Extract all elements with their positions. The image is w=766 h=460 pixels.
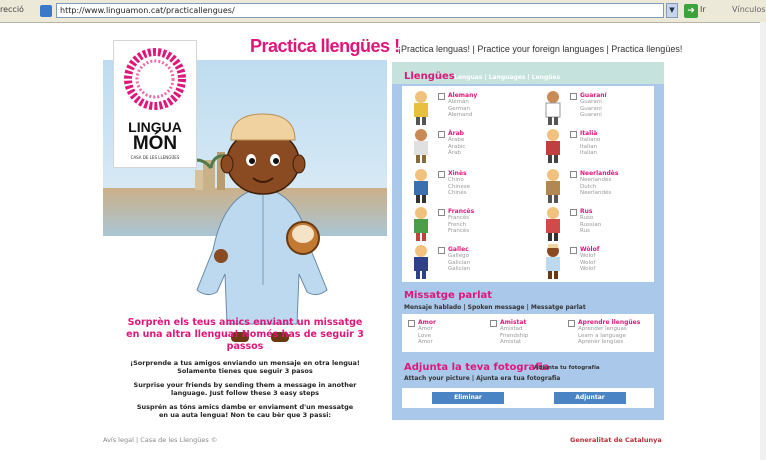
photo-actions: Eliminar Adjuntar <box>402 388 654 408</box>
attach-button[interactable]: Adjuntar <box>554 392 626 404</box>
language-name[interactable]: Neerlandès <box>580 170 618 177</box>
languages-subtitle: Lenguas | Languages | Lengües <box>454 74 561 81</box>
language-name[interactable]: Rus <box>580 208 592 215</box>
message-list: Amor Amor Love Amor Amistat Amistad Frie… <box>402 314 654 352</box>
character-icon <box>414 129 428 163</box>
language-option[interactable]: Rus Ruso Russian Rus <box>542 206 652 246</box>
language-translations: Italiano Italian Italian <box>580 137 601 156</box>
character-icon <box>414 169 428 203</box>
promo-catalan-2: en una altra llengua! Només has de segui… <box>126 329 364 352</box>
promo-spanish-2: Solamente tienes que seguir 3 pasos <box>177 367 313 375</box>
promo-english-1: Surprise your friends by sending them a … <box>133 381 357 389</box>
message-translations: Amistad Friendship Amistat <box>500 326 529 345</box>
language-option[interactable]: Àrab Árabe Arabic Àrab <box>410 128 520 168</box>
language-option[interactable]: Wòlof Wolof Wolof Wolof <box>542 244 652 284</box>
message-translations: Aprender lenguas Learn a language Aprenè… <box>578 326 627 345</box>
links-label[interactable]: Vínculos <box>732 5 766 14</box>
character-icon <box>546 207 560 241</box>
language-option[interactable]: Alemany Alemán German Alemand <box>410 90 520 130</box>
language-name[interactable]: Àrab <box>448 130 464 137</box>
language-checkbox[interactable] <box>570 209 577 216</box>
language-translations: Guaraní Guarani Guaraní <box>580 99 602 118</box>
language-checkbox[interactable] <box>438 93 445 100</box>
character-icon <box>545 91 561 125</box>
photo-subtitle: Attach your picture | Ajunta era tua fot… <box>404 375 561 382</box>
url-input[interactable]: http://www.linguamon.cat/practicallengue… <box>56 3 664 18</box>
language-subnav[interactable]: ¡Practica lenguas! | Practice your forei… <box>398 44 682 54</box>
go-arrow-icon[interactable]: ➜ <box>684 4 698 18</box>
language-translations: Francés French Francés <box>448 215 470 234</box>
language-checkbox[interactable] <box>570 247 577 254</box>
language-checkbox[interactable] <box>570 131 577 138</box>
message-name[interactable]: Aprendre llengües <box>578 319 640 326</box>
message-title: Missatge parlat <box>404 290 493 301</box>
message-checkbox[interactable] <box>490 320 497 327</box>
address-bar: recció http://www.linguamon.cat/practica… <box>0 0 766 23</box>
logo-text-mon: MÓN <box>132 133 178 154</box>
character-icon <box>414 207 428 241</box>
language-translations: Alemán German Alemand <box>448 99 473 118</box>
language-name[interactable]: Alemany <box>448 92 477 99</box>
language-name[interactable]: Francès <box>448 208 474 215</box>
address-label: recció <box>0 5 24 14</box>
photo-title: Adjunta la teva fotografia <box>404 362 550 373</box>
chevron-down-icon[interactable]: ▼ <box>666 3 678 18</box>
language-name[interactable]: Xinès <box>448 170 467 177</box>
language-option[interactable]: Neerlandès Neerlandés Dutch Neerlandés <box>542 168 652 208</box>
language-translations: Wolof Wolof Wolof <box>580 253 596 272</box>
remove-button[interactable]: Eliminar <box>432 392 504 404</box>
promo-spanish-1: ¡Sorprende a tus amigos enviando un mens… <box>130 359 360 367</box>
promo-catalan-1: Sorprèn els teus amics enviant un missat… <box>127 317 363 328</box>
footer-legal-link[interactable]: Avís legal | Casa de les Llengües © <box>103 436 217 444</box>
language-translations: Ruso Russian Rus <box>580 215 602 234</box>
language-name[interactable]: Gallec <box>448 246 469 253</box>
languages-list: Alemany Alemán German Alemand Àrab Árabe… <box>402 86 654 282</box>
language-checkbox[interactable] <box>570 171 577 178</box>
language-translations: Chino Chinese Chinés <box>448 177 470 196</box>
ie-page-icon <box>40 5 52 17</box>
promo-english-2: language. Just follow these 3 easy steps <box>170 389 319 397</box>
page-title: Practica llengües ! <box>250 36 400 56</box>
language-checkbox[interactable] <box>570 93 577 100</box>
languages-title: Llengües <box>404 71 455 82</box>
message-name[interactable]: Amistat <box>500 319 526 326</box>
language-checkbox[interactable] <box>438 131 445 138</box>
language-option[interactable]: Francès Francés French Francés <box>410 206 520 246</box>
character-icon <box>546 129 560 163</box>
logo-ring-icon <box>124 48 186 110</box>
message-checkbox[interactable] <box>408 320 415 327</box>
promo-occitan-1: Susprén as tóns amics dambe er enviament… <box>136 403 354 411</box>
language-option[interactable]: Guaraní Guaraní Guarani Guaraní <box>542 90 652 130</box>
language-translations: Neerlandés Dutch Neerlandés <box>580 177 612 196</box>
selection-panel: Llengües Lenguas | Languages | Lengües A… <box>392 62 664 420</box>
language-checkbox[interactable] <box>438 209 445 216</box>
language-option[interactable]: Xinès Chino Chinese Chinés <box>410 168 520 208</box>
character-icon <box>546 244 560 279</box>
character-icon <box>414 91 428 125</box>
language-name[interactable]: Guaraní <box>580 92 607 99</box>
language-option[interactable]: Gallec Gallego Galician Galician <box>410 244 520 284</box>
footer-generalitat-link[interactable]: Generalitat de Catalunya <box>570 436 662 444</box>
message-translations: Amor Love Amor <box>418 326 433 345</box>
message-name[interactable]: Amor <box>418 319 436 326</box>
message-subtitle: Mensaje hablado | Spoken message | Messa… <box>404 304 586 311</box>
character-icon <box>414 245 428 279</box>
language-option[interactable]: Italià Italiano Italian Italian <box>542 128 652 168</box>
language-translations: Gallego Galician Galician <box>448 253 471 272</box>
promo-occitan-2: en ua auta lengua! Non te cau bèr que 3 … <box>158 411 332 419</box>
language-name[interactable]: Italià <box>580 130 597 137</box>
promo-text: Sorprèn els teus amics enviant un missat… <box>108 317 382 419</box>
logo-text-casa: CASA DE LES LLENGÜES <box>130 155 180 160</box>
language-name[interactable]: Wòlof <box>580 246 599 253</box>
go-label[interactable]: Ir <box>700 5 706 14</box>
message-checkbox[interactable] <box>568 320 575 327</box>
character-icon <box>546 169 560 203</box>
language-translations: Árabe Arabic Àrab <box>448 137 466 156</box>
linguamon-logo[interactable]: LINGUA MÓN CASA DE LES LLENGÜES <box>113 40 197 168</box>
language-checkbox[interactable] <box>438 171 445 178</box>
page-scrollbar[interactable] <box>760 22 766 460</box>
photo-tag: Adjunta tu fotografía <box>534 365 600 371</box>
language-checkbox[interactable] <box>438 247 445 254</box>
